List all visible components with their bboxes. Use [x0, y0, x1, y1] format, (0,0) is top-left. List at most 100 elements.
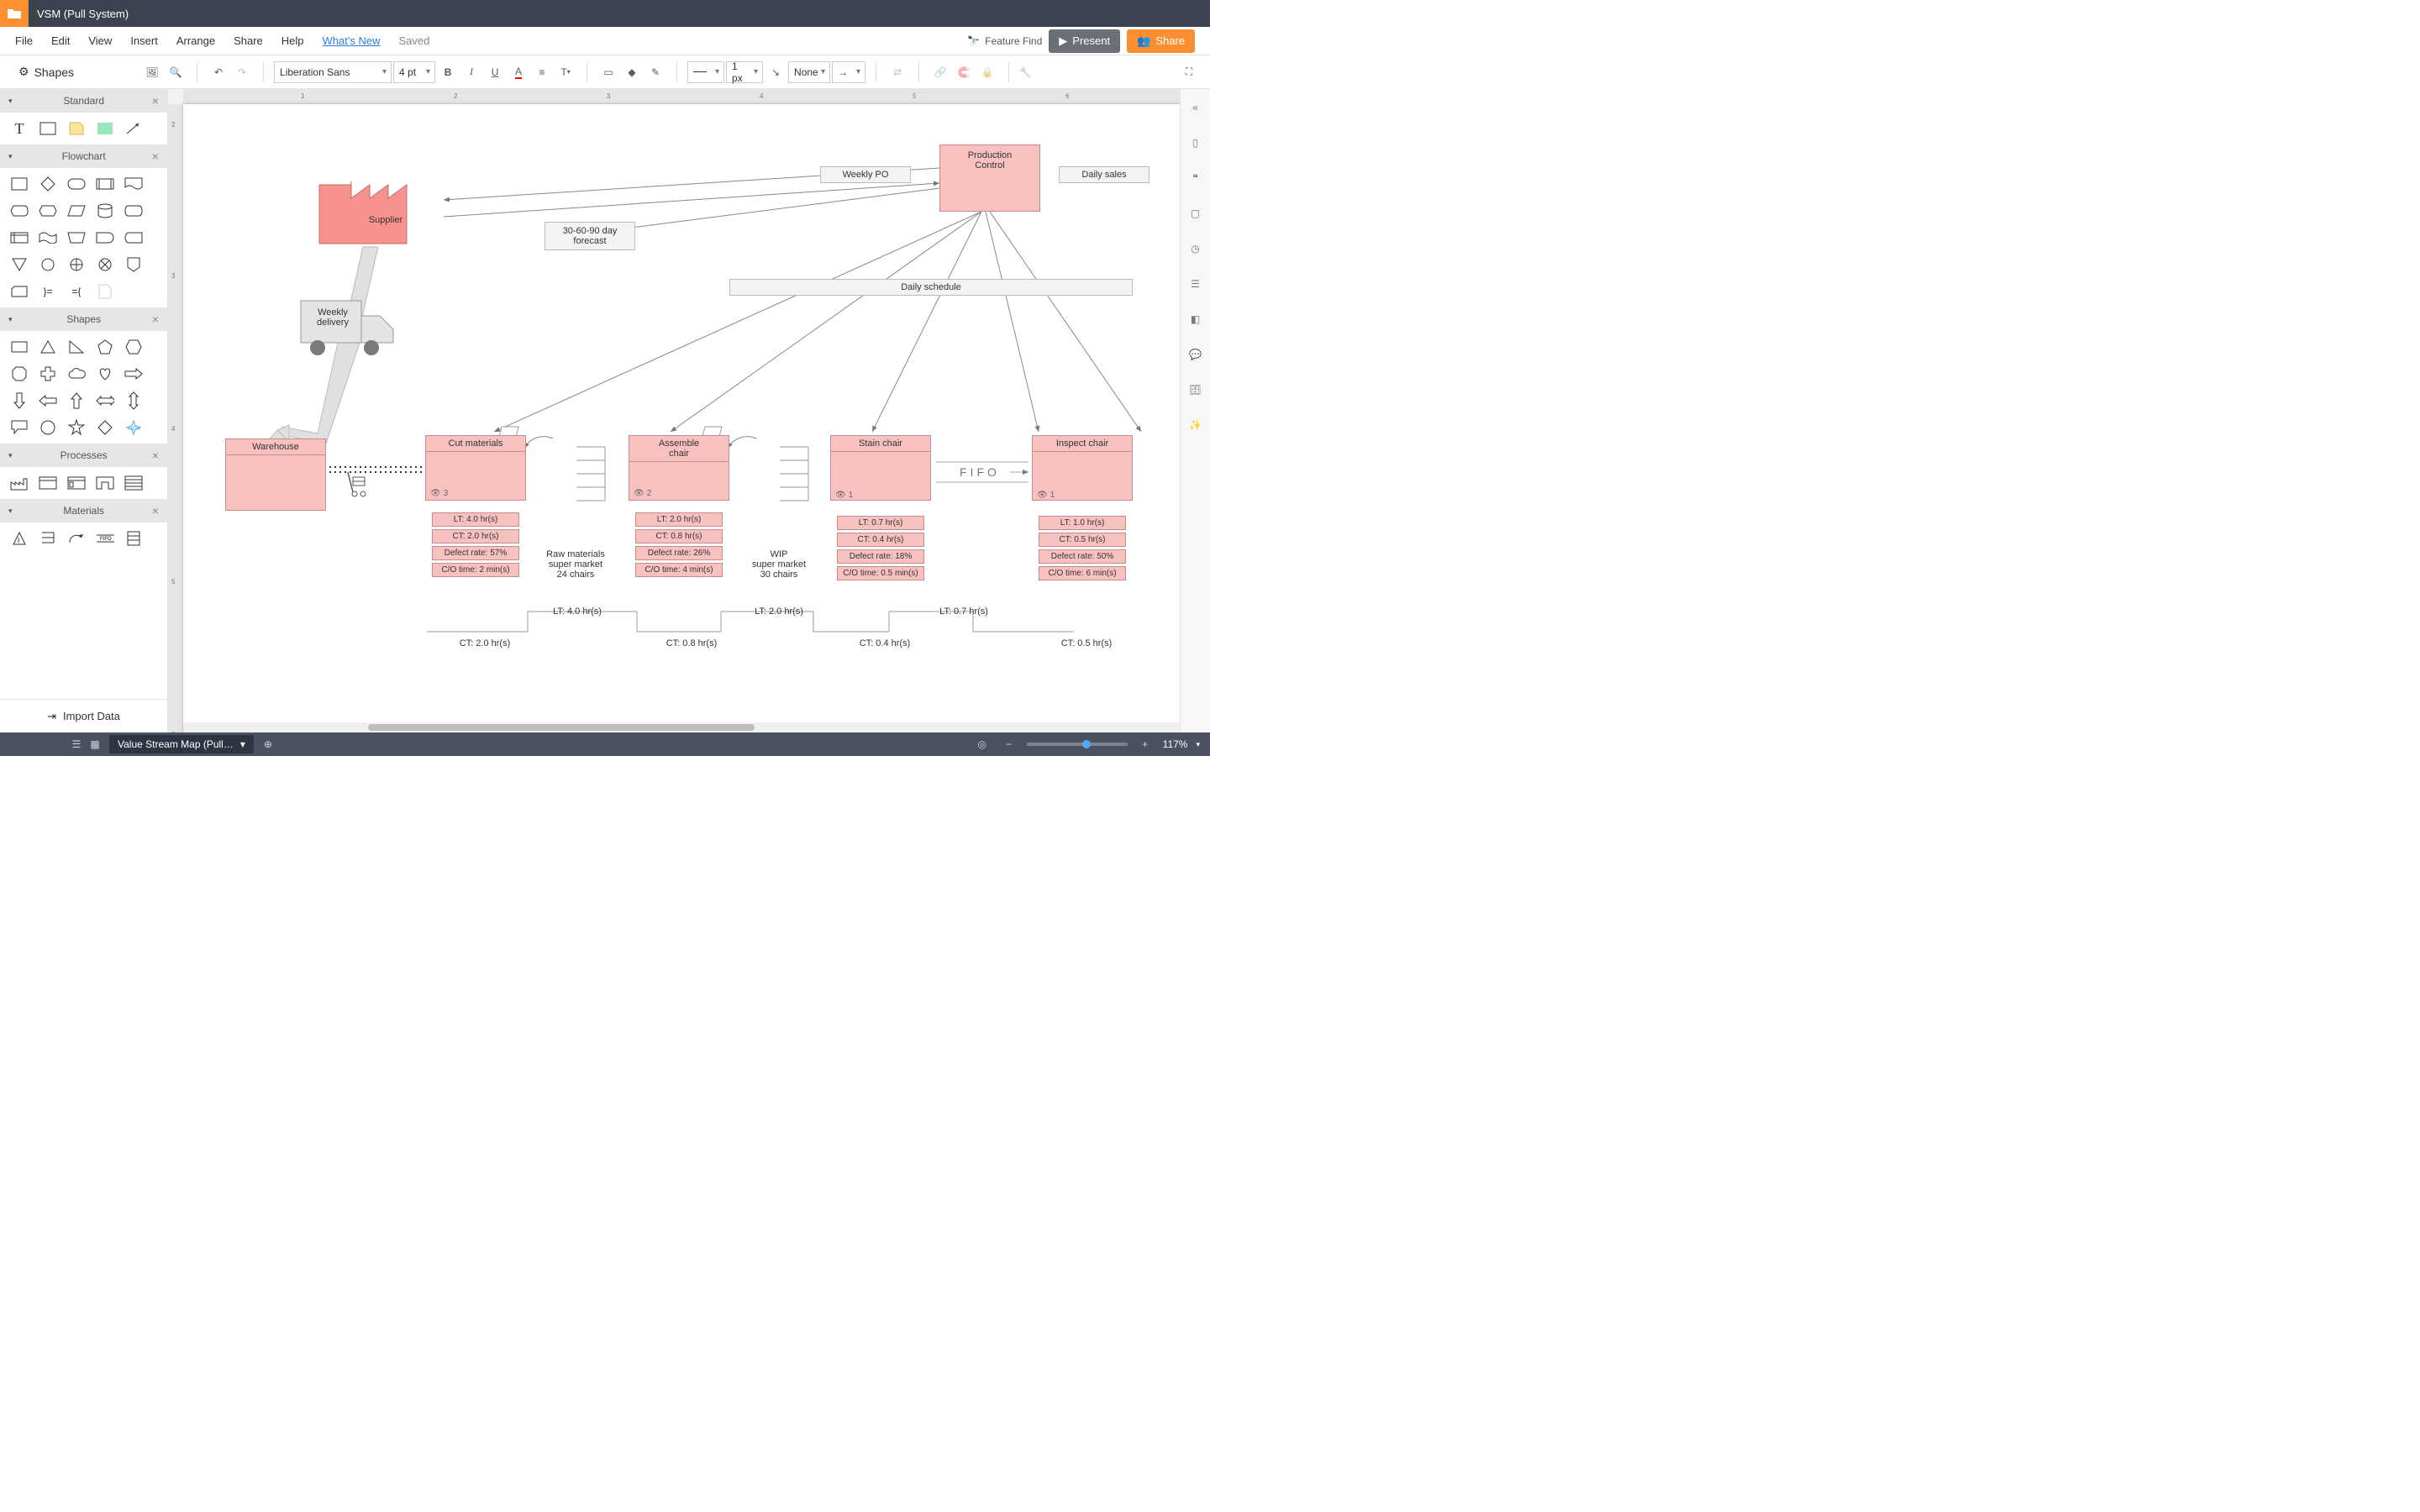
comment-quote-icon[interactable]: ❝: [1186, 168, 1206, 188]
sh-arrow-up[interactable]: [67, 391, 86, 410]
line-style-select[interactable]: [687, 61, 724, 83]
section-processes[interactable]: Processes ×: [0, 444, 167, 467]
pr-workcell[interactable]: [96, 474, 114, 492]
section-standard[interactable]: Standard ×: [0, 89, 167, 113]
sh-callout[interactable]: [10, 418, 29, 437]
section-shapes[interactable]: Shapes ×: [0, 307, 167, 331]
sh-arrow-left[interactable]: [39, 391, 57, 410]
list-view-icon[interactable]: ☰: [67, 735, 86, 753]
sh-arrow-down[interactable]: [10, 391, 29, 410]
sh-arrow-lr[interactable]: [96, 391, 114, 410]
mt-pull[interactable]: [67, 529, 86, 548]
add-page-button[interactable]: ⊕: [259, 735, 277, 753]
mt-supermarket[interactable]: [39, 529, 57, 548]
zoom-in-button[interactable]: +: [1136, 735, 1155, 753]
undo-button[interactable]: ↶: [208, 61, 229, 83]
search-icon[interactable]: 🔍: [165, 61, 187, 83]
daily-schedule-box[interactable]: Daily schedule: [729, 279, 1133, 296]
close-icon[interactable]: ×: [152, 312, 159, 326]
arrow-shape[interactable]: [124, 119, 143, 138]
arrow-end-select[interactable]: →: [832, 61, 865, 83]
share-button[interactable]: 👥 Share: [1127, 29, 1195, 53]
fc-process[interactable]: [10, 175, 29, 193]
block-shape[interactable]: [96, 119, 114, 138]
sh-new[interactable]: NEW: [124, 418, 143, 437]
note-shape[interactable]: [67, 119, 86, 138]
supermarket-1-label[interactable]: Raw materials super market 24 chairs: [539, 549, 612, 580]
sh-heart[interactable]: [96, 365, 114, 383]
fc-data[interactable]: [67, 202, 86, 220]
insp-defect[interactable]: Defect rate: 50%: [1039, 549, 1126, 564]
fill-color-button[interactable]: ◆: [621, 61, 643, 83]
text-align-button[interactable]: ≡: [531, 61, 553, 83]
menu-insert[interactable]: Insert: [130, 34, 158, 47]
font-family-select[interactable]: Liberation Sans: [274, 61, 392, 83]
mt-safety[interactable]: [124, 529, 143, 548]
daily-sales-box[interactable]: Daily sales: [1059, 166, 1150, 183]
fc-internal[interactable]: [10, 228, 29, 247]
sh-rect[interactable]: [10, 338, 29, 356]
sh-hexagon[interactable]: [124, 338, 143, 356]
shapes-panel-toggle[interactable]: ⚙ Shapes: [10, 65, 74, 79]
fc-document[interactable]: [124, 175, 143, 193]
fc-brace-left[interactable]: ={: [67, 282, 86, 301]
wrench-icon[interactable]: 🔧: [1014, 61, 1036, 83]
fc-decision[interactable]: [39, 175, 57, 193]
page-icon[interactable]: ▯: [1186, 133, 1206, 153]
pr-factory[interactable]: [10, 474, 29, 492]
menu-help[interactable]: Help: [281, 34, 304, 47]
fc-predefined[interactable]: [96, 175, 114, 193]
document-title[interactable]: VSM (Pull System): [29, 8, 129, 20]
bold-button[interactable]: B: [437, 61, 459, 83]
fc-terminator[interactable]: [67, 175, 86, 193]
forecast-box[interactable]: 30-60-90 day forecast: [544, 222, 635, 250]
asm-defect[interactable]: Defect rate: 26%: [635, 546, 723, 560]
scrollbar-horizontal[interactable]: [183, 722, 1180, 732]
menu-whats-new[interactable]: What's New: [323, 34, 381, 47]
master-page-icon[interactable]: ◧: [1186, 309, 1206, 329]
menu-edit[interactable]: Edit: [51, 34, 70, 47]
fc-merge[interactable]: [10, 255, 29, 274]
cut-defect[interactable]: Defect rate: 57%: [432, 546, 519, 560]
collapse-rail-icon[interactable]: «: [1186, 97, 1206, 118]
sh-cloud[interactable]: [67, 365, 86, 383]
italic-button[interactable]: I: [460, 61, 482, 83]
zoom-out-button[interactable]: −: [1000, 735, 1018, 753]
presentation-icon[interactable]: ▢: [1186, 203, 1206, 223]
chat-icon[interactable]: 💬: [1186, 344, 1206, 365]
stain-ct[interactable]: CT: 0.4 hr(s): [837, 533, 924, 547]
sh-arrow-ud[interactable]: [124, 391, 143, 410]
data-linking-icon[interactable]: 🗄: [1186, 380, 1206, 400]
underline-button[interactable]: U: [484, 61, 506, 83]
layers-icon[interactable]: ☰: [1186, 274, 1206, 294]
pr-process2[interactable]: [67, 474, 86, 492]
feature-find[interactable]: 🔭 Feature Find: [967, 35, 1042, 47]
close-icon[interactable]: ×: [152, 94, 159, 108]
stain-defect[interactable]: Defect rate: 18%: [837, 549, 924, 564]
fc-connector[interactable]: [39, 255, 57, 274]
font-size-select[interactable]: 4 pt: [393, 61, 435, 83]
insp-lt[interactable]: LT: 1.0 hr(s): [1039, 516, 1126, 530]
weekly-po-box[interactable]: Weekly PO: [820, 166, 911, 183]
cut-ct[interactable]: CT: 2.0 hr(s): [432, 529, 519, 543]
magnet-icon[interactable]: 🧲: [953, 61, 975, 83]
page-tab[interactable]: Value Stream Map (Pull… ▾: [109, 735, 254, 753]
link-icon[interactable]: 🔗: [929, 61, 951, 83]
target-icon[interactable]: ◎: [973, 735, 992, 753]
supplier-label[interactable]: Supplier: [356, 215, 415, 225]
menu-view[interactable]: View: [88, 34, 112, 47]
insp-ct[interactable]: CT: 0.5 hr(s): [1039, 533, 1126, 547]
sh-cross[interactable]: [39, 365, 57, 383]
fill-rect-icon[interactable]: ▭: [597, 61, 619, 83]
cut-co[interactable]: C/O time: 2 min(s): [432, 563, 519, 577]
fc-direct[interactable]: [124, 202, 143, 220]
zoom-slider[interactable]: [1027, 743, 1128, 746]
weekly-delivery-label[interactable]: Weekly delivery: [311, 307, 355, 328]
fc-tape[interactable]: [39, 228, 57, 247]
lock-icon[interactable]: 🔒: [976, 61, 998, 83]
sh-star[interactable]: [67, 418, 86, 437]
section-materials[interactable]: Materials ×: [0, 499, 167, 522]
fc-sum[interactable]: [96, 255, 114, 274]
sh-pentagon[interactable]: [96, 338, 114, 356]
import-data-button[interactable]: ⇥ Import Data: [0, 699, 167, 732]
